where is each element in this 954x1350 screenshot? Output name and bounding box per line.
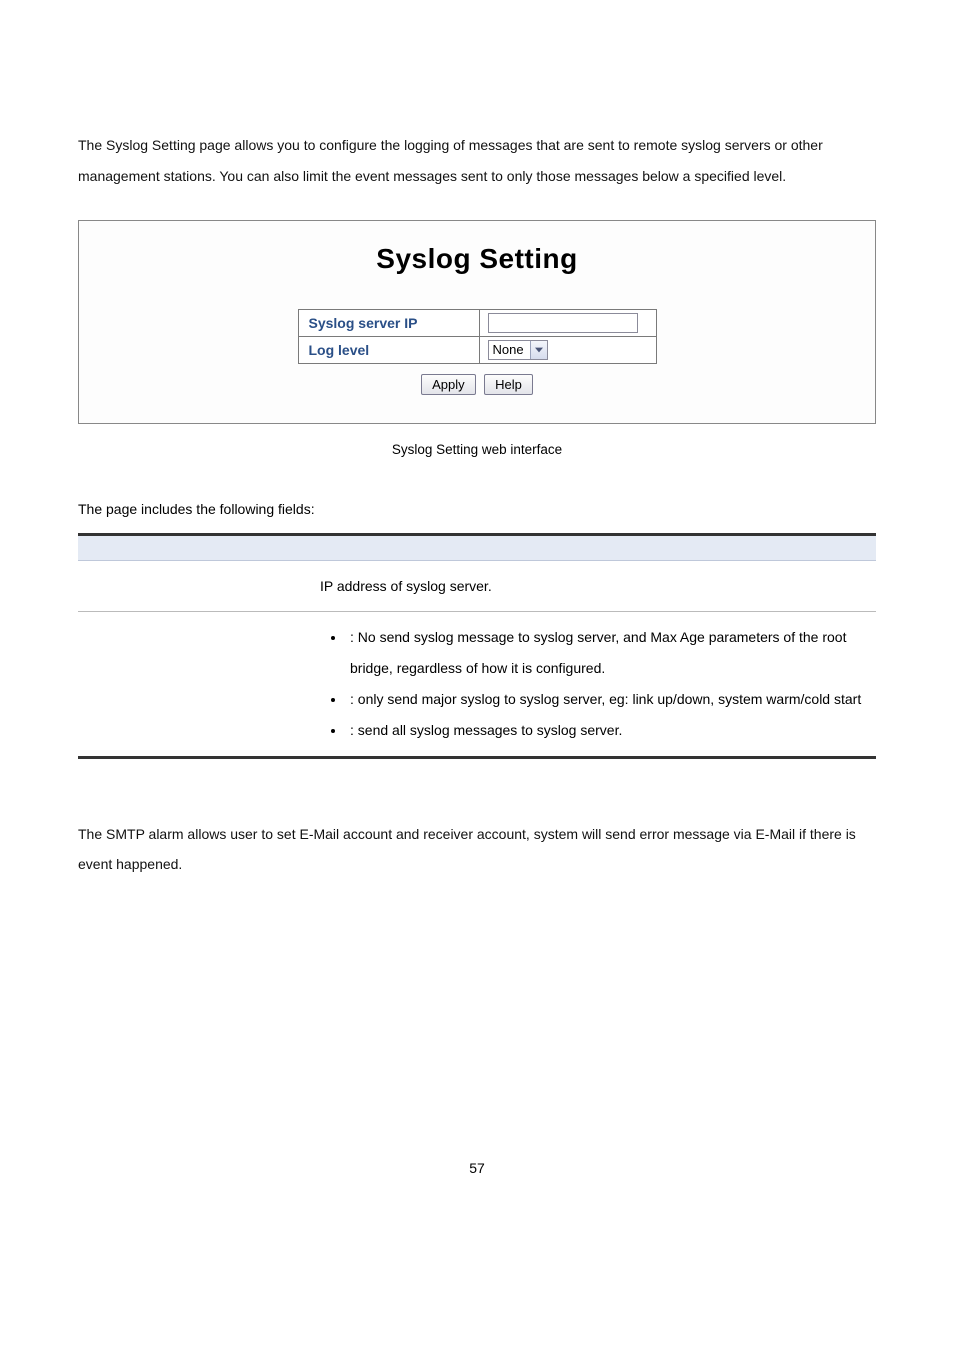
label-log-level: Log level xyxy=(298,336,479,363)
log-level-options-list: : No send syslog message to syslog serve… xyxy=(320,622,866,745)
table-row: IP address of syslog server. xyxy=(78,560,876,612)
list-item: : only send major syslog to syslog serve… xyxy=(346,684,866,715)
fields-table-header xyxy=(78,536,876,561)
desc-syslog-server-ip: IP address of syslog server. xyxy=(320,560,876,612)
fields-table: IP address of syslog server. : No send s… xyxy=(78,533,876,759)
chevron-down-icon xyxy=(530,341,547,359)
settings-form-table: Syslog server IP Log level None xyxy=(298,309,657,364)
syslog-server-ip-input[interactable] xyxy=(488,313,638,333)
intro-paragraph-2: The SMTP alarm allows user to set E-Mail… xyxy=(78,819,876,881)
apply-button[interactable]: Apply xyxy=(421,374,476,395)
page-number: 57 xyxy=(78,1160,876,1176)
syslog-setting-figure: Syslog Setting Syslog server IP Log leve… xyxy=(78,220,876,424)
log-level-selected-value: None xyxy=(489,341,530,359)
list-item: : No send syslog message to syslog serve… xyxy=(346,622,866,684)
table-row: : No send syslog message to syslog serve… xyxy=(78,612,876,757)
row-syslog-server-ip: Syslog server IP xyxy=(298,309,656,336)
figure-title: Syslog Setting xyxy=(79,243,875,275)
intro-paragraph-1: The Syslog Setting page allows you to co… xyxy=(78,130,876,192)
list-item: : send all syslog messages to syslog ser… xyxy=(346,715,866,746)
label-syslog-server-ip: Syslog server IP xyxy=(298,309,479,336)
row-log-level: Log level None xyxy=(298,336,656,363)
fields-intro: The page includes the following fields: xyxy=(78,501,876,517)
log-level-select[interactable]: None xyxy=(488,340,548,360)
figure-caption: Syslog Setting web interface xyxy=(78,442,876,457)
help-button[interactable]: Help xyxy=(484,374,533,395)
